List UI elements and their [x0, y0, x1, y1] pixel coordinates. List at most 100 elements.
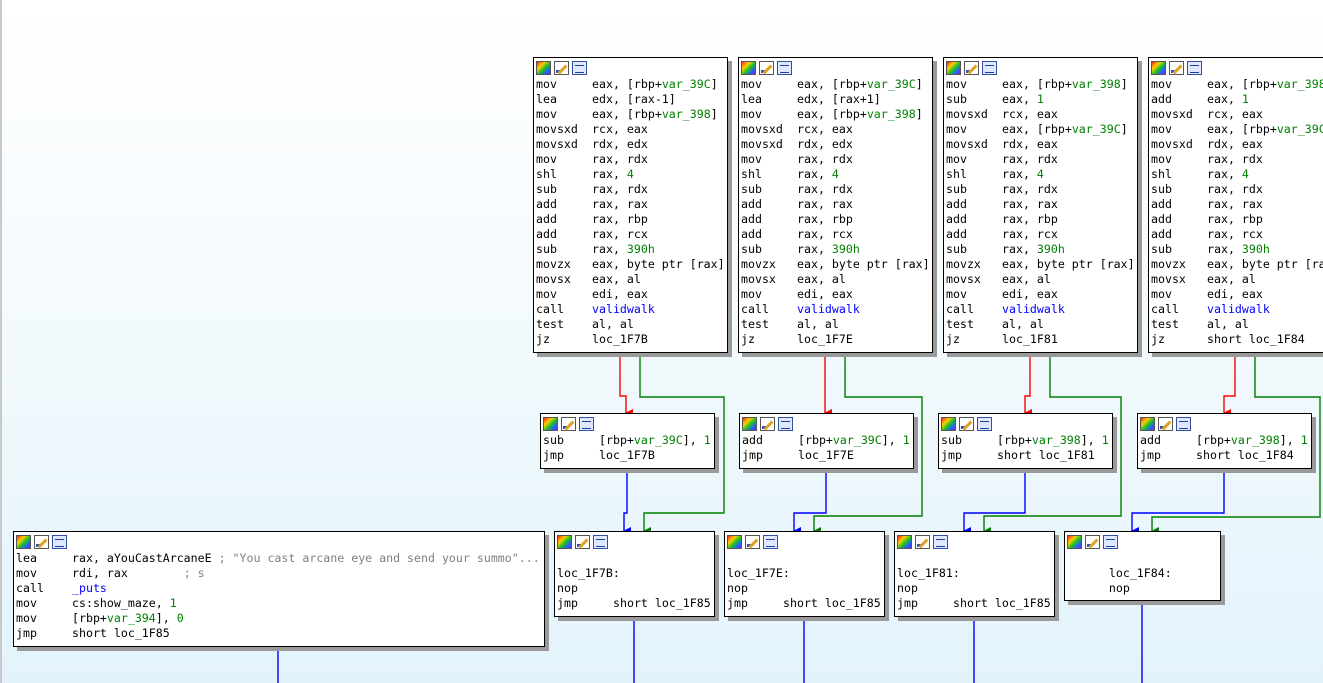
code-line[interactable]: loc_1F7B:: [557, 566, 712, 581]
code-line[interactable]: add rax, rcx: [741, 227, 930, 242]
code-block-loc-1F84[interactable]: loc_1F84: nop: [1064, 531, 1221, 601]
code-block-arcane-eye[interactable]: lea rax, aYouCastArcaneE ; "You cast arca…: [13, 531, 545, 647]
code-line[interactable]: add rax, rcx: [946, 227, 1135, 242]
node-color-icon[interactable]: [536, 61, 551, 75]
code-line[interactable]: call validwalk: [1151, 302, 1323, 317]
code-block-move-up[interactable]: sub [rbp+var_39C], 1 jmp loc_1F7B: [540, 413, 715, 469]
node-color-icon[interactable]: [1151, 61, 1166, 75]
node-rename-icon[interactable]: [1169, 61, 1184, 75]
code-line[interactable]: mov eax, [rbp+var_398]: [946, 77, 1135, 92]
node-group-icon[interactable]: [977, 417, 992, 431]
code-line[interactable]: movzx eax, byte ptr [rax]: [946, 257, 1135, 272]
node-color-icon[interactable]: [941, 417, 956, 431]
code-line[interactable]: jz loc_1F7B: [536, 332, 725, 347]
node-group-icon[interactable]: [52, 535, 67, 549]
code-line[interactable]: movsx eax, al: [536, 272, 725, 287]
code-line[interactable]: add [rbp+var_39C], 1: [742, 433, 911, 448]
node-group-icon[interactable]: [933, 535, 948, 549]
code-line[interactable]: test al, al: [1151, 317, 1323, 332]
code-line[interactable]: jmp loc_1F7B: [543, 448, 712, 463]
code-line[interactable]: add [rbp+var_398], 1: [1140, 433, 1309, 448]
code-line[interactable]: mov edi, eax: [741, 287, 930, 302]
code-line[interactable]: jmp loc_1F7E: [742, 448, 911, 463]
code-line[interactable]: shl rax, 4: [946, 167, 1135, 182]
code-line[interactable]: call _puts: [16, 581, 542, 596]
code-line[interactable]: shl rax, 4: [1151, 167, 1323, 182]
code-line[interactable]: mov rax, rdx: [536, 152, 725, 167]
code-line[interactable]: jmp short loc_1F85: [727, 596, 882, 611]
node-color-icon[interactable]: [543, 417, 558, 431]
code-line[interactable]: mov eax, [rbp+var_398]: [536, 107, 725, 122]
code-line[interactable]: mov eax, [rbp+var_39C]: [946, 122, 1135, 137]
code-line[interactable]: shl rax, 4: [536, 167, 725, 182]
code-line[interactable]: movsxd rdx, edx: [741, 137, 930, 152]
code-line[interactable]: sub rax, 390h: [536, 242, 725, 257]
node-group-icon[interactable]: [778, 417, 793, 431]
code-line[interactable]: mov eax, [rbp+var_398]: [741, 107, 930, 122]
code-line[interactable]: add rax, rax: [741, 197, 930, 212]
node-color-icon[interactable]: [946, 61, 961, 75]
code-block-loc-1F7E[interactable]: loc_1F7E: nop jmp short loc_1F85: [724, 531, 885, 617]
code-line[interactable]: sub rax, 390h: [1151, 242, 1323, 257]
code-line[interactable]: add rax, rbp: [741, 212, 930, 227]
code-block-move-down[interactable]: add [rbp+var_39C], 1 jmp loc_1F7E: [739, 413, 914, 469]
code-block-loc-1F81[interactable]: loc_1F81: nop jmp short loc_1F85: [894, 531, 1055, 617]
node-group-icon[interactable]: [1103, 535, 1118, 549]
code-line[interactable]: movsxd rcx, eax: [1151, 107, 1323, 122]
node-rename-icon[interactable]: [745, 535, 760, 549]
code-line[interactable]: sub rax, rdx: [741, 182, 930, 197]
code-line[interactable]: mov eax, [rbp+var_39C]: [536, 77, 725, 92]
code-line[interactable]: movsx eax, al: [1151, 272, 1323, 287]
code-line[interactable]: nop: [727, 581, 882, 596]
node-rename-icon[interactable]: [1158, 417, 1173, 431]
code-line[interactable]: jz loc_1F7E: [741, 332, 930, 347]
code-line[interactable]: sub rax, rdx: [1151, 182, 1323, 197]
code-line[interactable]: loc_1F7E:: [727, 566, 882, 581]
code-line[interactable]: jmp short loc_1F85: [897, 596, 1052, 611]
code-line[interactable]: test al, al: [946, 317, 1135, 332]
code-block-move-right[interactable]: add [rbp+var_398], 1 jmp short loc_1F84: [1137, 413, 1312, 469]
code-line[interactable]: sub eax, 1: [946, 92, 1135, 107]
code-line[interactable]: add eax, 1: [1151, 92, 1323, 107]
code-line[interactable]: call validwalk: [741, 302, 930, 317]
code-line[interactable]: sub [rbp+var_398], 1: [941, 433, 1110, 448]
code-line[interactable]: sub rax, rdx: [946, 182, 1135, 197]
code-line[interactable]: jmp short loc_1F85: [16, 626, 542, 641]
code-line[interactable]: mov rax, rdx: [1151, 152, 1323, 167]
code-line[interactable]: lea rax, aYouCastArcaneE ; "You cast arca…: [16, 551, 542, 566]
code-line[interactable]: movsxd rcx, eax: [946, 107, 1135, 122]
node-group-icon[interactable]: [777, 61, 792, 75]
code-line[interactable]: nop: [1067, 581, 1218, 596]
node-color-icon[interactable]: [1140, 417, 1155, 431]
node-color-icon[interactable]: [727, 535, 742, 549]
code-line[interactable]: loc_1F81:: [897, 566, 1052, 581]
code-line[interactable]: mov eax, [rbp+var_398: [1151, 77, 1323, 92]
code-line[interactable]: sub [rbp+var_39C], 1: [543, 433, 712, 448]
code-line[interactable]: mov rax, rdx: [946, 152, 1135, 167]
node-color-icon[interactable]: [897, 535, 912, 549]
node-group-icon[interactable]: [1176, 417, 1191, 431]
code-line[interactable]: movsxd rdx, eax: [946, 137, 1135, 152]
code-block-move-left[interactable]: sub [rbp+var_398], 1 jmp short loc_1F81: [938, 413, 1113, 469]
code-line[interactable]: loc_1F84:: [1067, 566, 1218, 581]
code-line[interactable]: jz short loc_1F84: [1151, 332, 1323, 347]
code-line[interactable]: nop: [557, 581, 712, 596]
code-line[interactable]: jmp short loc_1F81: [941, 448, 1110, 463]
code-line[interactable]: add rax, rax: [1151, 197, 1323, 212]
code-line[interactable]: shl rax, 4: [741, 167, 930, 182]
node-group-icon[interactable]: [982, 61, 997, 75]
code-line[interactable]: [727, 551, 882, 566]
node-group-icon[interactable]: [579, 417, 594, 431]
code-block-loc-1F7B[interactable]: loc_1F7B: nop jmp short loc_1F85: [554, 531, 715, 617]
code-line[interactable]: movsx eax, al: [741, 272, 930, 287]
code-line[interactable]: movzx eax, byte ptr [rax]: [741, 257, 930, 272]
code-line[interactable]: sub rax, 390h: [946, 242, 1135, 257]
node-rename-icon[interactable]: [34, 535, 49, 549]
code-line[interactable]: sub rax, rdx: [536, 182, 725, 197]
code-line[interactable]: jmp short loc_1F84: [1140, 448, 1309, 463]
code-line[interactable]: movsxd rcx, eax: [536, 122, 725, 137]
code-line[interactable]: movzx eax, byte ptr [rax]: [536, 257, 725, 272]
code-line[interactable]: movsx eax, al: [946, 272, 1135, 287]
code-block-check-right[interactable]: mov eax, [rbp+var_398 add eax, 1 movsxd rcx, …: [1148, 57, 1323, 353]
code-line[interactable]: [1067, 551, 1218, 566]
